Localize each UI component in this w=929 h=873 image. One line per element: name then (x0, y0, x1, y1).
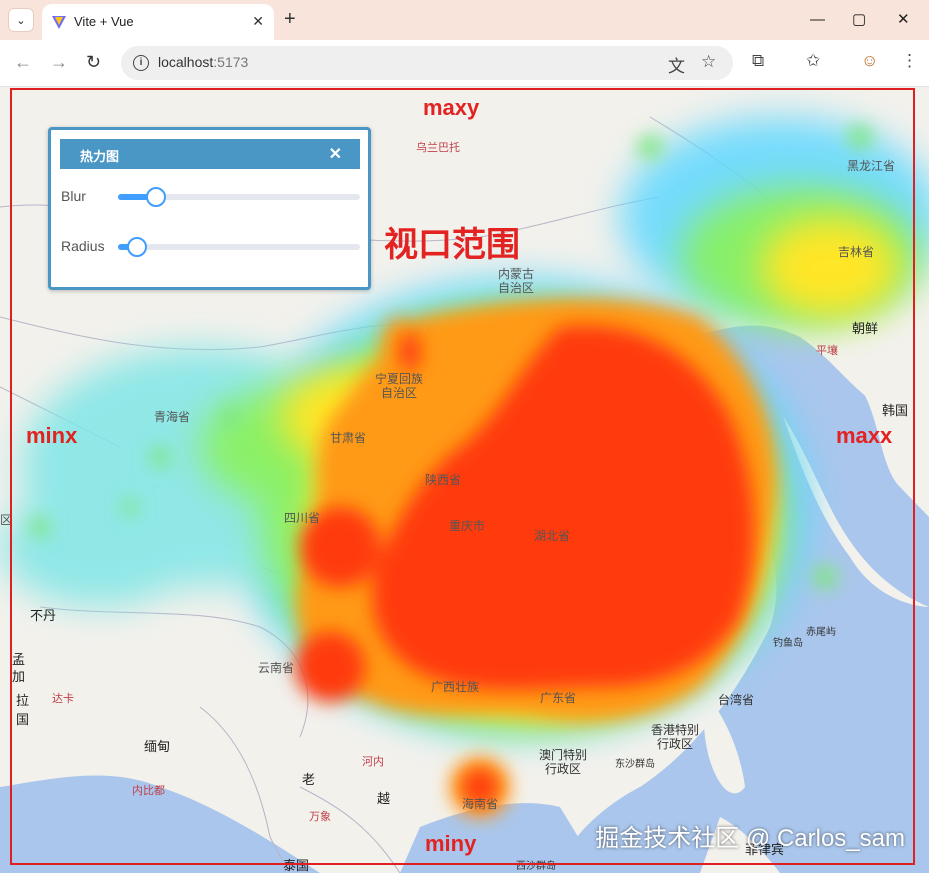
panel-header: 热力图 ✕ (60, 139, 360, 169)
close-icon[interactable]: ✕ (329, 144, 342, 164)
tab-close-icon[interactable]: ✕ (252, 13, 264, 30)
browser-titlebar: ⌄ Vite + Vue ✕ + — ▢ ✕ (0, 0, 929, 40)
url-text: localhost:5173 (158, 54, 248, 70)
url-port: :5173 (213, 54, 249, 70)
maximize-button[interactable]: ▢ (852, 10, 866, 30)
browser-tab[interactable]: Vite + Vue ✕ (42, 4, 274, 40)
blur-slider-handle[interactable] (146, 187, 167, 207)
chevron-down-icon: ⌄ (16, 14, 26, 27)
annotation-maxx: maxx (836, 423, 893, 448)
translate-icon[interactable]: 文 (668, 52, 685, 77)
site-info-icon[interactable]: i (133, 55, 149, 71)
star-icon[interactable]: ☆ (701, 52, 716, 72)
annotation-viewport: 视口范围 (384, 226, 520, 264)
reload-button[interactable]: ↻ (86, 52, 101, 72)
blur-label: Blur (61, 188, 86, 204)
radius-slider[interactable] (118, 237, 360, 257)
radius-label: Radius (61, 238, 105, 254)
address-bar[interactable]: i localhost:5173 文 ☆ (121, 46, 733, 80)
vite-icon (52, 16, 66, 29)
bookmarks-icon[interactable]: ✩ (806, 51, 820, 71)
more-icon[interactable]: ⋮ (901, 51, 918, 71)
close-window-button[interactable]: ✕ (897, 10, 910, 30)
watermark: 掘金技术社区 @ Carlos_sam (595, 825, 905, 852)
annotation-maxy: maxy (423, 95, 480, 120)
annotation-minx: minx (26, 423, 78, 448)
tab-title: Vite + Vue (74, 14, 134, 29)
new-tab-button[interactable]: + (284, 9, 296, 29)
map-view[interactable]: 乌兰巴托 黑龙江省 吉林省 内蒙古 自治区 朝鲜 平壤 韩国 宁夏回族 自治区 … (0, 87, 929, 873)
tab-search-button[interactable]: ⌄ (8, 8, 34, 32)
panel-title: 热力图 (80, 149, 120, 164)
extensions-icon[interactable]: ⧉ (752, 51, 764, 71)
blur-slider[interactable] (118, 187, 360, 207)
forward-button[interactable]: → (50, 52, 68, 72)
back-button[interactable]: ← (14, 52, 32, 72)
minimize-button[interactable]: — (810, 10, 825, 30)
radius-slider-handle[interactable] (126, 237, 147, 257)
profile-icon[interactable]: ☺ (861, 51, 878, 71)
url-host: localhost (158, 54, 214, 70)
browser-toolbar: ← → ↻ i localhost:5173 文 ☆ ⧉ ✩ ☺ ⋮ (0, 40, 929, 87)
heatmap-control-panel: 热力图 ✕ Blur Radius (48, 127, 371, 290)
annotation-miny: miny (425, 831, 477, 856)
